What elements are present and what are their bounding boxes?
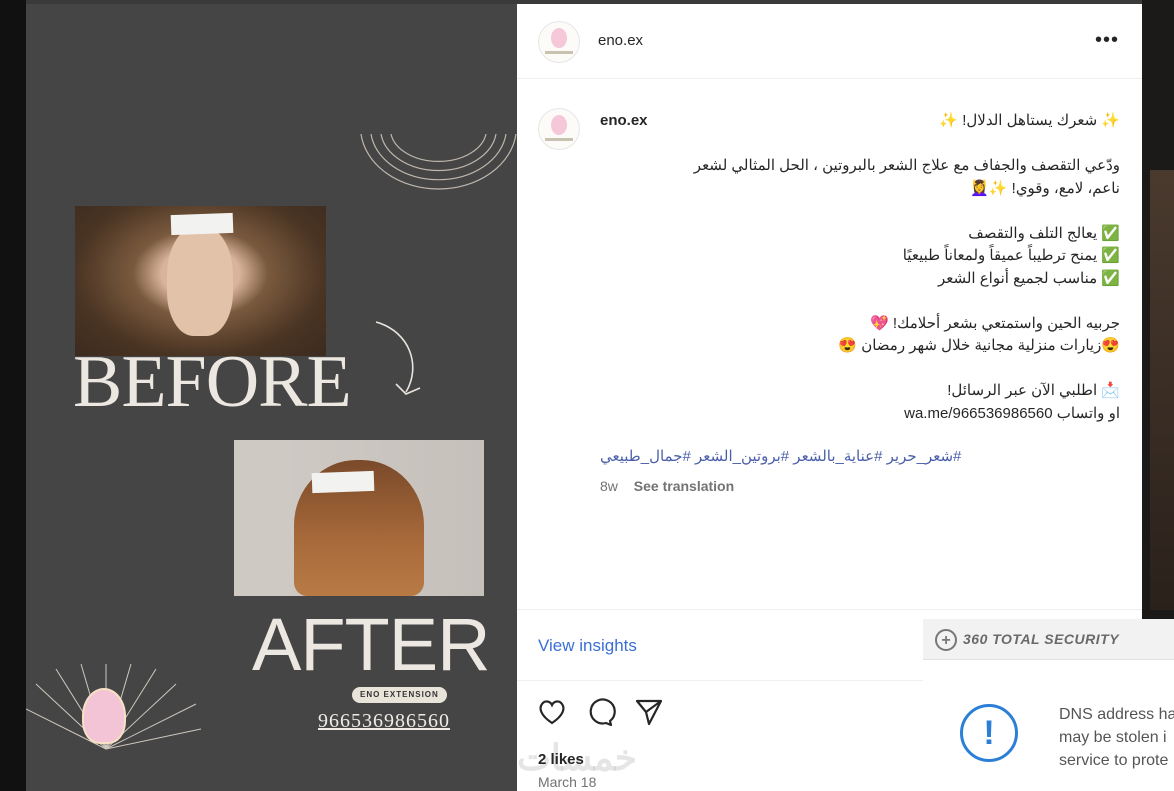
caption-line: ✅ مناسب لجميع أنواع الشعر [937,269,1120,287]
security-message-line: service to prote [1059,752,1169,769]
security-message: DNS address ha may be stolen i service t… [1059,703,1174,772]
security-popup-title: 360 TOTAL SECURITY [963,631,1120,647]
share-icon[interactable] [633,696,665,728]
before-face [167,226,233,336]
caption-whatsapp-line: او واتساب wa.me/966536986560 [904,404,1120,422]
header-username[interactable]: eno.ex [598,32,643,49]
see-translation-button[interactable]: See translation [634,478,734,494]
caption-avatar[interactable] [538,108,580,150]
security-message-line: DNS address ha [1059,706,1174,723]
curved-arrow-icon [375,321,421,395]
security-popup-header: + 360 TOTAL SECURITY [923,619,1174,660]
caption-line: جربيه الحين واستمتعي بشعر أحلامك! 💖 [870,314,1120,332]
background-photo-strip [1150,170,1174,610]
tape-decoration [311,470,375,494]
heart-icon[interactable] [536,696,568,728]
action-bar [536,696,677,728]
post-caption: ✨ شعرك يستاهل الدلال! ✨ ودّعي التقصف وال… [600,110,1120,425]
avatar[interactable] [538,21,580,63]
caption-line: 📩 اطلبي الآن عبر الرسائل! [947,382,1120,399]
post-date: March 18 [538,774,597,790]
caption-title: ✨ شعرك يستاهل الدلال! ✨ [939,112,1120,129]
more-options-icon[interactable]: ••• [1093,30,1121,50]
comment-icon[interactable] [584,696,617,728]
phone-number: 966536986560 [318,710,450,732]
avatar-text [545,51,573,54]
security-popup: + 360 TOTAL SECURITY ! DNS address ha ma… [923,619,1174,791]
before-photo [75,206,326,356]
caption-line: 😍زيارات منزلية مجانية خلال شهر رمضان 😍 [838,337,1120,354]
hashtags-link[interactable]: #شعر_حرير #عناية_بالشعر #بروتين_الشعر #ج… [600,447,1010,465]
arc-decoration [360,134,517,190]
after-photo [234,440,484,596]
before-label: BEFORE [73,341,352,423]
post-image[interactable]: BEFORE AFTER ENO EXTENSION 966536986560 [26,4,517,791]
avatar-mascot-icon [551,28,567,48]
divider [517,609,1142,610]
avatar-mascot-icon [551,115,567,135]
caption-line: ✅ يمنح ترطيباً عميقاً ولمعاناً طبيعيًا [902,247,1120,264]
avatar-text [545,138,573,141]
caption-line: ✅ يعالج التلف والتقصف [968,224,1120,242]
brand-mascot-icon [82,688,126,744]
tape-decoration [170,212,234,236]
alert-icon: ! [960,704,1018,762]
post-meta: 8w See translation [600,478,734,494]
caption-line: ناعم، لامع، وقوي! ✨💆‍♀️ [970,179,1120,197]
after-label: AFTER [252,603,491,686]
view-insights-link[interactable]: View insights [538,636,637,656]
likes-count[interactable]: 2 likes [538,751,584,768]
brand-badge: ENO EXTENSION [352,687,447,703]
caption-line: ودّعي التقصف والجفاف مع علاج الشعر بالبر… [693,157,1120,174]
background-left [0,0,26,791]
post-header: eno.ex ••• [517,4,1142,79]
security-message-line: may be stolen i [1059,729,1167,746]
time-ago[interactable]: 8w [600,478,618,494]
security-logo-icon: + [935,629,957,651]
